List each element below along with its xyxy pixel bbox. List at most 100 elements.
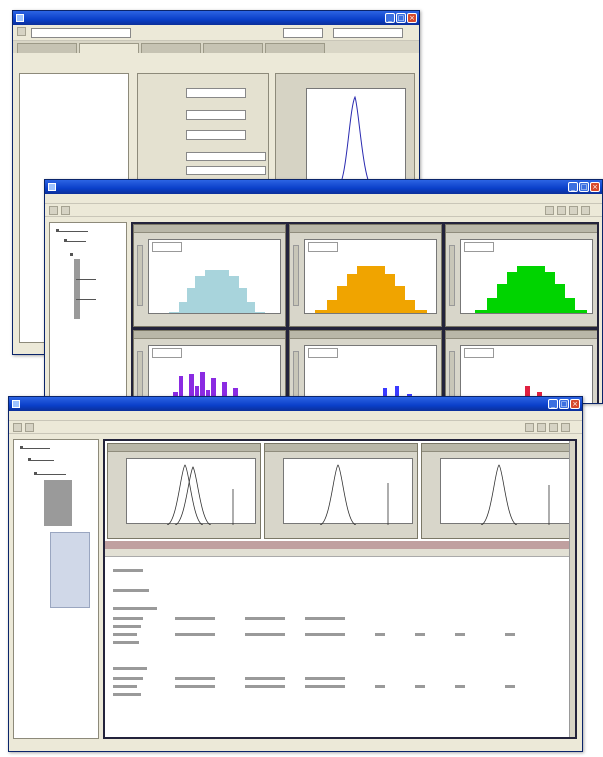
close-icon[interactable]: × [570,399,580,409]
toolbar-field[interactable] [333,28,403,38]
overlay-curves-2 [319,464,389,526]
chart-grid-frame [131,222,599,403]
front-window: _ □ × [8,396,583,752]
report-line [505,685,515,688]
maximize-icon[interactable]: □ [559,399,569,409]
plot-legend [464,348,494,358]
tab[interactable] [79,43,139,53]
toolbar-button-icon[interactable] [49,206,58,215]
overlay-plot-2 [264,443,418,539]
report-line [175,685,215,688]
tree-panel[interactable] [49,222,127,402]
report-line [175,617,215,620]
minimize-icon[interactable]: _ [385,13,395,23]
preview-plot-panel [275,73,415,193]
chart-panel-header [134,225,285,233]
middle-toolbar [45,204,602,217]
report-line [245,685,285,688]
settings-dropdown[interactable] [186,110,246,120]
chart-panel-header [290,331,441,339]
tab[interactable] [141,43,201,53]
overlay-curves-3 [480,464,550,526]
report-line [113,641,139,644]
tree-selection[interactable] [50,532,90,608]
back-window-titlebar[interactable]: _ □ × [13,11,419,25]
toolbar-button-icon[interactable] [549,423,558,432]
toolbar-button-icon[interactable] [61,206,70,215]
settings-field[interactable] [186,152,266,161]
report-scrollbar[interactable] [569,441,575,737]
report-line [305,677,345,680]
report-line [175,677,215,680]
toolbar-button-icon[interactable] [561,423,570,432]
tab[interactable] [17,43,77,53]
settings-field[interactable] [186,166,266,175]
overlay-plot-3 [421,443,575,539]
plot-area [126,458,256,526]
toolbar-button-icon[interactable] [25,423,34,432]
maximize-icon[interactable]: □ [579,182,589,192]
report-line [175,633,215,636]
report-line [113,569,143,572]
middle-window-titlebar[interactable]: _ □ × [45,180,602,194]
settings-dropdown[interactable] [186,88,246,98]
toolbar-button-icon[interactable] [525,423,534,432]
app-icon [48,183,56,191]
report-line [305,617,345,620]
report-line [375,633,385,636]
tree-panel[interactable] [13,439,99,739]
back-toolbar [13,25,419,41]
app-icon [16,14,24,22]
close-icon[interactable]: × [590,182,600,192]
toolbar-button-icon[interactable] [17,27,26,36]
toolbar-dropdown[interactable] [31,28,131,38]
plot-legend [308,242,338,252]
tree-line [30,460,54,461]
report-line [305,685,345,688]
report-line [113,693,141,696]
settings-dropdown[interactable] [186,130,246,140]
chart-panel-2 [289,224,442,327]
tab[interactable] [203,43,263,53]
toolbar-button-icon[interactable] [557,206,566,215]
chart-panel-header [446,331,597,339]
y-axis-label-bar [137,245,143,306]
toolbar-button-icon[interactable] [569,206,578,215]
preview-peak-curve [336,95,374,190]
report-divider-strip [105,541,575,549]
toolbar-button-icon[interactable] [13,423,22,432]
toolbar-field[interactable] [283,28,323,38]
tab[interactable] [265,43,325,53]
report-line [113,685,137,688]
app-icon [12,400,20,408]
tree-line [76,279,96,280]
minimize-icon[interactable]: _ [568,182,578,192]
close-icon[interactable]: × [407,13,417,23]
chart-panel-header [446,225,597,233]
window-controls: _ □ × [385,13,417,23]
report-line [245,633,285,636]
minimize-icon[interactable]: _ [548,399,558,409]
maximize-icon[interactable]: □ [396,13,406,23]
chart-panel-1 [133,224,286,327]
toolbar-button-icon[interactable] [581,206,590,215]
report-line [113,633,137,636]
window-controls: _ □ × [548,399,580,409]
report-line [415,633,425,636]
toolbar-button-icon[interactable] [537,423,546,432]
report-line [113,617,143,620]
chart-panel-5 [289,330,442,403]
middle-window: _ □ × [44,179,603,404]
plot-header [108,444,260,452]
overlay-curves-1 [166,464,234,526]
front-toolbar [9,421,582,434]
front-window-titlebar[interactable]: _ □ × [9,397,582,411]
plot-legend [464,242,494,252]
report-line [245,617,285,620]
tree-node-icon[interactable] [70,253,73,256]
report-line [113,589,149,592]
plot-legend [152,348,182,358]
report-line [375,685,385,688]
toolbar-button-icon[interactable] [545,206,554,215]
chart-panel-6 [445,330,597,403]
